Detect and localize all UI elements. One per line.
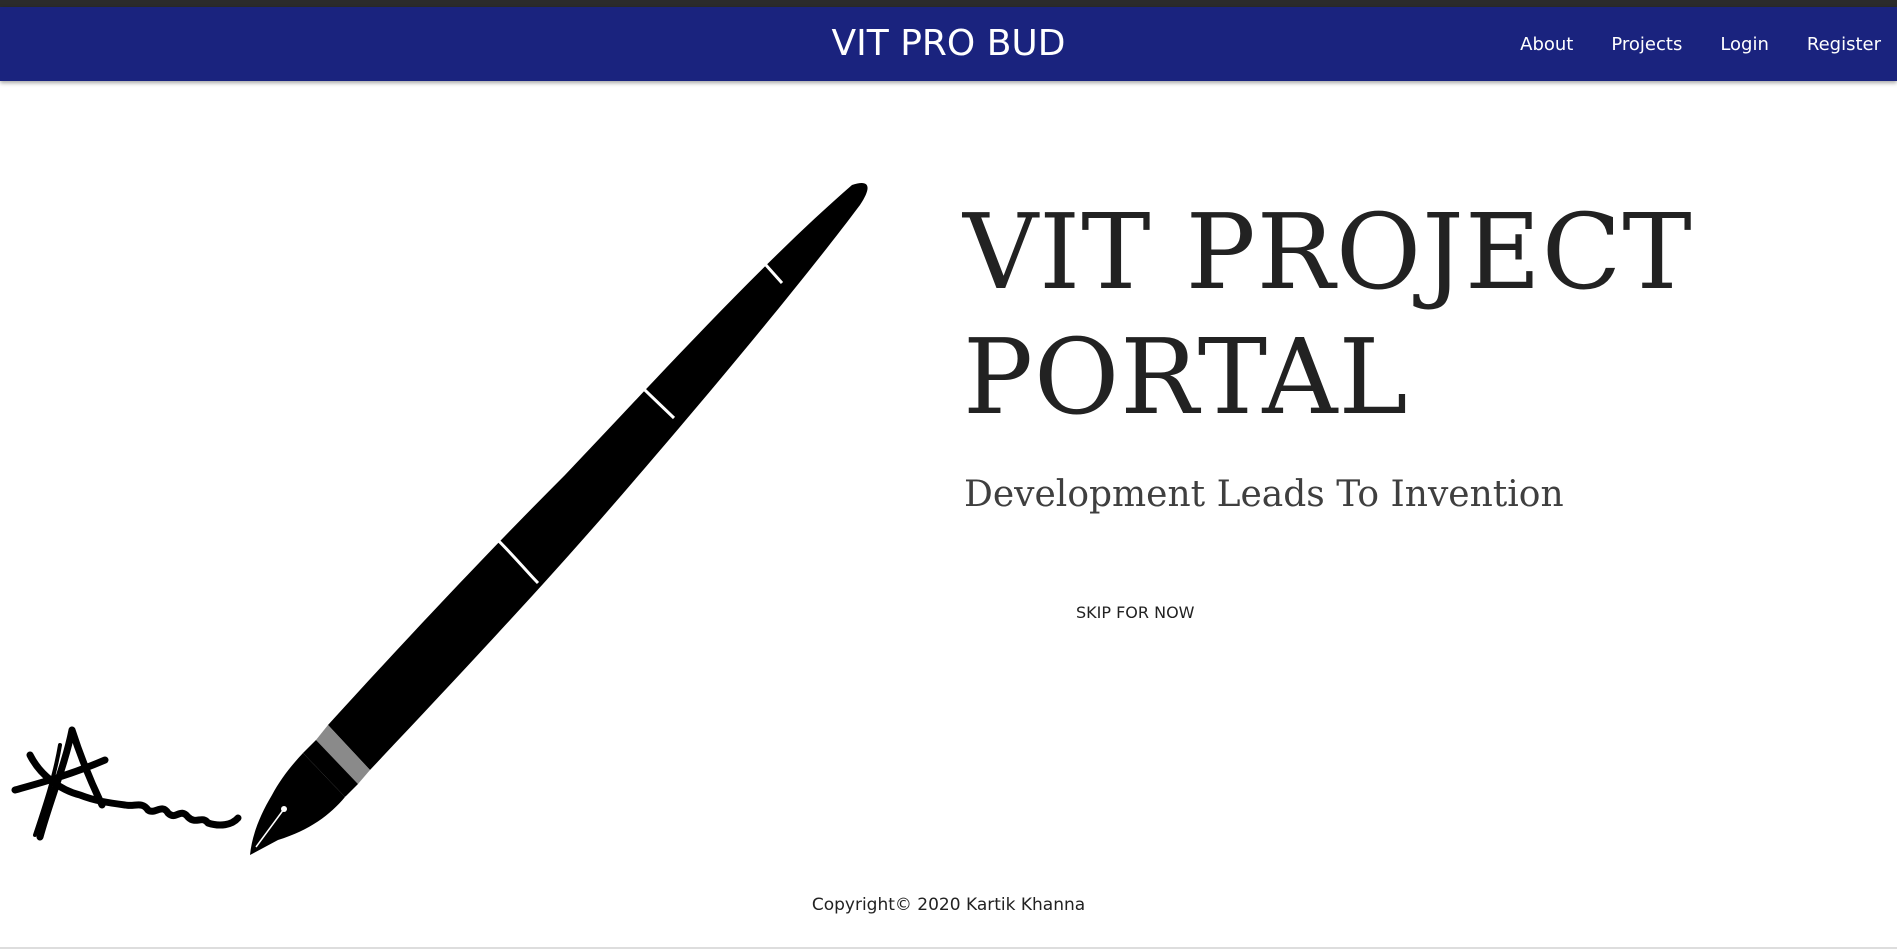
navbar: VIT PRO BUD About Projects Login Registe… <box>0 7 1897 81</box>
nav-links: About Projects Login Register <box>1482 7 1881 81</box>
hero-tagline: Development Leads To Invention <box>964 474 1564 515</box>
nav-link-projects[interactable]: Projects <box>1611 34 1682 55</box>
hero-title: VIT PROJECT PORTAL <box>963 190 1863 440</box>
hero-title-line1: VIT PROJECT <box>963 191 1693 313</box>
nav-link-about[interactable]: About <box>1520 34 1573 55</box>
fountain-pen-illustration <box>10 175 870 855</box>
skip-for-now-button[interactable]: SKIP FOR NOW <box>1064 597 1206 628</box>
pen-icon <box>11 183 868 855</box>
browser-top-strip <box>0 0 1897 7</box>
nav-link-login[interactable]: Login <box>1720 34 1769 55</box>
hero-title-line2: PORTAL <box>963 316 1409 438</box>
footer-copyright: Copyright© 2020 Kartik Khanna <box>811 895 1086 915</box>
nav-link-register[interactable]: Register <box>1807 34 1881 55</box>
